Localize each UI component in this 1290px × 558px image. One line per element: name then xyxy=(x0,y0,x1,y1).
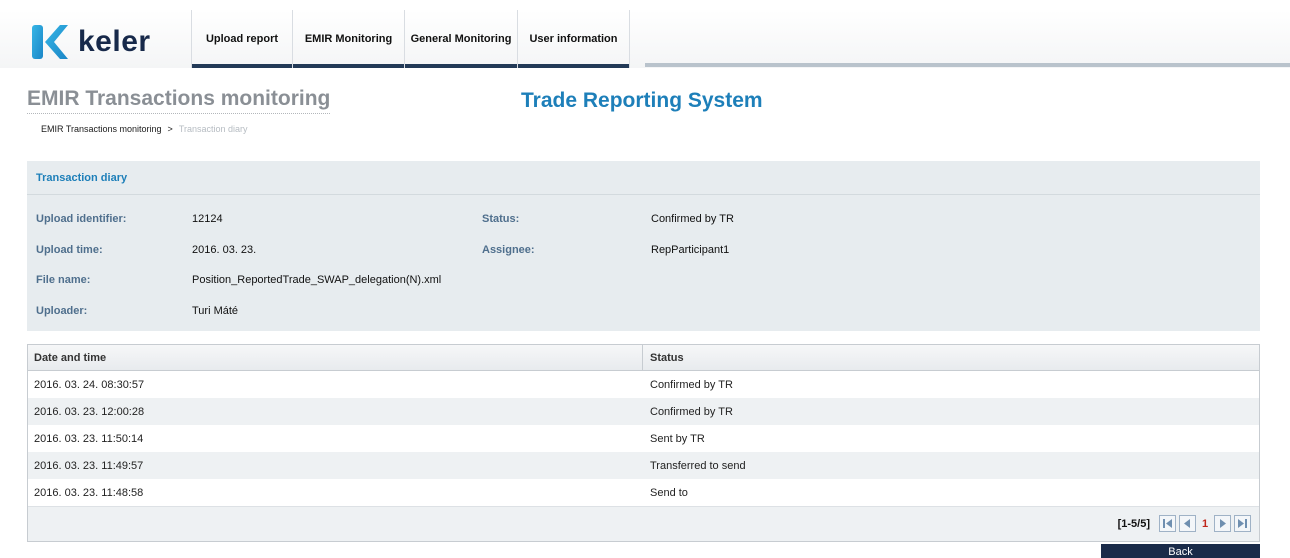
current-page-number[interactable]: 1 xyxy=(1199,518,1211,530)
page-title: EMIR Transactions monitoring xyxy=(27,87,331,114)
nav-tab-upload-report[interactable]: Upload report xyxy=(192,10,293,68)
system-title: Trade Reporting System xyxy=(521,89,763,112)
table-row[interactable]: 2016. 03. 23. 12:00:28 Confirmed by TR xyxy=(28,398,1259,425)
last-page-button[interactable] xyxy=(1234,515,1251,532)
first-page-icon xyxy=(1163,519,1172,528)
uploader-label: Uploader: xyxy=(36,305,88,317)
transaction-details-panel: Transaction diary Upload identifier: 121… xyxy=(27,161,1260,331)
date-time-cell: 2016. 03. 23. 11:49:57 xyxy=(34,460,144,472)
table-row[interactable]: 2016. 03. 23. 11:50:14 Sent by TR xyxy=(28,425,1259,452)
status-cell: Send to xyxy=(650,487,688,499)
upload-time-label: Upload time: xyxy=(36,244,103,256)
transaction-diary-table: Date and time Status 2016. 03. 24. 08:30… xyxy=(27,344,1260,542)
pagination-info: [1-5/5] xyxy=(1117,517,1150,530)
logo-text: keler xyxy=(78,25,151,58)
previous-page-button[interactable] xyxy=(1179,515,1196,532)
uploader-value: Turi Máté xyxy=(192,305,239,317)
date-time-cell: 2016. 03. 24. 08:30:57 xyxy=(34,379,145,391)
table-row[interactable]: 2016. 03. 24. 08:30:57 Confirmed by TR xyxy=(28,371,1259,398)
nav-tab-user-information[interactable]: User information xyxy=(518,10,630,68)
back-button[interactable]: Back xyxy=(1101,544,1260,558)
breadcrumb-separator: > xyxy=(167,124,173,134)
next-page-icon xyxy=(1220,519,1226,528)
next-page-button[interactable] xyxy=(1214,515,1231,532)
table-row[interactable]: 2016. 03. 23. 11:48:58 Send to xyxy=(28,479,1259,506)
column-divider xyxy=(642,345,643,371)
status-cell: Confirmed by TR xyxy=(650,379,733,391)
table-header: Date and time Status xyxy=(28,345,1259,371)
file-name-label: File name: xyxy=(36,274,91,286)
breadcrumb: EMIR Transactions monitoring > Transaction… xyxy=(41,124,248,134)
keler-logo[interactable]: keler xyxy=(32,22,172,62)
date-time-cell: 2016. 03. 23. 11:50:14 xyxy=(34,433,144,445)
file-name-value: Position_ReportedTrade_SWAP_delegation(N… xyxy=(192,274,442,286)
main-nav: Upload report EMIR Monitoring General Mo… xyxy=(191,10,630,68)
status-value: Confirmed by TR xyxy=(651,213,734,225)
date-time-cell: 2016. 03. 23. 12:00:28 xyxy=(34,406,145,418)
assignee-label: Assignee: xyxy=(482,244,535,256)
pagination: [1-5/5] 1 xyxy=(1118,515,1251,532)
date-time-cell: 2016. 03. 23. 11:48:58 xyxy=(34,487,144,499)
upload-identifier-label: Upload identifier: xyxy=(36,213,127,225)
status-cell: Confirmed by TR xyxy=(650,406,733,418)
previous-page-icon xyxy=(1184,519,1190,528)
first-page-button[interactable] xyxy=(1159,515,1176,532)
column-header-date-time[interactable]: Date and time xyxy=(34,352,106,364)
status-cell: Sent by TR xyxy=(650,433,705,445)
upload-identifier-value: 12124 xyxy=(192,213,223,225)
header-divider xyxy=(645,63,1290,67)
assignee-value: RepParticipant1 xyxy=(651,244,730,256)
upload-time-value: 2016. 03. 23. xyxy=(192,244,257,256)
breadcrumb-current: Transaction diary xyxy=(178,124,248,134)
table-row[interactable]: 2016. 03. 23. 11:49:57 Transferred to se… xyxy=(28,452,1259,479)
nav-tab-general-monitoring[interactable]: General Monitoring xyxy=(405,10,518,68)
panel-header: Transaction diary xyxy=(27,161,1260,195)
table-footer: [1-5/5] 1 xyxy=(28,506,1259,541)
status-cell: Transferred to send xyxy=(650,460,746,472)
column-header-status[interactable]: Status xyxy=(650,352,684,364)
keler-logo-icon xyxy=(32,25,68,59)
last-page-icon xyxy=(1238,519,1247,528)
status-label: Status: xyxy=(482,213,520,225)
nav-tab-emir-monitoring[interactable]: EMIR Monitoring xyxy=(293,10,405,68)
breadcrumb-parent[interactable]: EMIR Transactions monitoring xyxy=(41,124,162,134)
